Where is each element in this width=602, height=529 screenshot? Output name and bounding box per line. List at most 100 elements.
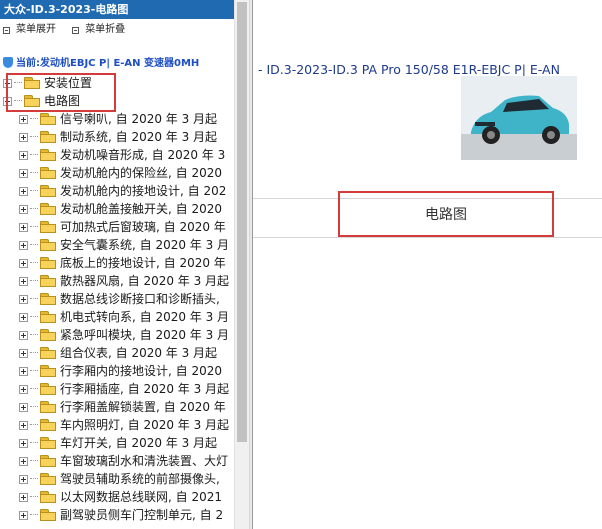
collapse-menu-button[interactable]: 菜单折叠 <box>72 21 125 39</box>
car-part-icon <box>3 57 13 68</box>
tree-item-5[interactable]: 发动机舱盖接触开关, 自 2020 <box>19 200 222 218</box>
expand-node-icon[interactable] <box>19 510 28 520</box>
folder-icon <box>40 437 56 449</box>
tree-item-label: 数据总线诊断接口和诊断插头, <box>60 292 220 306</box>
folder-icon <box>40 383 56 395</box>
tree-connector <box>30 388 38 390</box>
tree-item-17[interactable]: 车内照明灯, 自 2020 年 3 月起 <box>19 416 229 434</box>
expand-node-icon[interactable] <box>19 258 28 268</box>
tree-item-label: 车内照明灯, 自 2020 年 3 月起 <box>60 418 230 432</box>
tree-item-label: 机电式转向系, 自 2020 年 3 月 <box>60 310 230 324</box>
expand-node-icon[interactable] <box>19 312 28 322</box>
tree-connector <box>30 514 38 516</box>
tree-item-19[interactable]: 车窗玻璃刮水和清洗装置、大灯 <box>19 452 228 470</box>
tree-item-label: 可加热式后窗玻璃, 自 2020 年 <box>60 220 226 234</box>
expand-node-icon[interactable] <box>19 222 28 232</box>
expand-node-icon[interactable] <box>19 366 28 376</box>
tree-item-20[interactable]: 驾驶员辅助系统的前部摄像头, <box>19 470 220 488</box>
expand-node-icon[interactable] <box>19 276 28 286</box>
tree-connector <box>30 190 38 192</box>
tree-item-4[interactable]: 发动机舱内的接地设计, 自 202 <box>19 182 226 200</box>
tree-connector <box>30 280 38 282</box>
circuit-diagram-link[interactable]: 电路图 <box>338 191 554 237</box>
expand-node-icon[interactable] <box>19 168 28 178</box>
expand-node-icon[interactable] <box>19 132 28 142</box>
expand-node-icon[interactable] <box>19 114 28 124</box>
folder-icon <box>40 401 56 413</box>
tree-item-label: 驾驶员辅助系统的前部摄像头, <box>60 472 220 486</box>
folder-icon <box>40 239 56 251</box>
expand-node-icon[interactable] <box>19 204 28 214</box>
tree-item-14[interactable]: 行李厢内的接地设计, 自 2020 <box>19 362 222 380</box>
vehicle-image <box>461 76 577 160</box>
expand-icon <box>3 26 10 34</box>
tree-item-10[interactable]: 数据总线诊断接口和诊断插头, <box>19 290 220 308</box>
tree-item-18[interactable]: 车灯开关, 自 2020 年 3 月起 <box>19 434 217 452</box>
expand-node-icon[interactable] <box>19 348 28 358</box>
tree-item-21[interactable]: 以太网数据总线联网, 自 2021 <box>19 488 222 506</box>
content-pane: - ID.3-2023-ID.3 PA Pro 150/58 E1R-EBJC … <box>253 0 602 529</box>
expand-node-icon[interactable] <box>19 186 28 196</box>
expand-node-icon[interactable] <box>19 420 28 430</box>
tree-item-0[interactable]: 信号喇叭, 自 2020 年 3 月起 <box>19 110 217 128</box>
tree-scrollbar[interactable] <box>234 0 250 529</box>
tree-connector <box>30 226 38 228</box>
tree-item-9[interactable]: 散热器风扇, 自 2020 年 3 月起 <box>19 272 229 290</box>
expand-node-icon[interactable] <box>19 384 28 394</box>
folder-icon <box>40 419 56 431</box>
tree-item-label: 发动机噪音形成, 自 2020 年 3 <box>60 148 226 162</box>
folder-icon <box>40 275 56 287</box>
expand-menu-button[interactable]: 菜单展开 <box>3 21 56 39</box>
expand-node-icon[interactable] <box>19 150 28 160</box>
tree-connector <box>30 262 38 264</box>
tree-item-label: 信号喇叭, 自 2020 年 3 月起 <box>60 112 218 126</box>
tree-item-label: 以太网数据总线联网, 自 2021 <box>60 490 222 504</box>
expand-node-icon[interactable] <box>19 330 28 340</box>
tree-item-13[interactable]: 组合仪表, 自 2020 年 3 月起 <box>19 344 217 362</box>
tree-item-6[interactable]: 可加热式后窗玻璃, 自 2020 年 <box>19 218 226 236</box>
expand-node-icon[interactable] <box>19 240 28 250</box>
tree-connector <box>30 298 38 300</box>
tree-item-label: 底板上的接地设计, 自 2020 年 <box>60 256 226 270</box>
tree-connector <box>30 154 38 156</box>
expand-node-icon[interactable] <box>19 474 28 484</box>
tree-item-16[interactable]: 行李厢盖解锁装置, 自 2020 年 <box>19 398 226 416</box>
tree-item-3[interactable]: 发动机舱内的保险丝, 自 2020 <box>19 164 222 182</box>
folder-icon <box>40 257 56 269</box>
tree-item-12[interactable]: 紧急呼叫模块, 自 2020 年 3 月 <box>19 326 229 344</box>
tree-item-15[interactable]: 行李厢插座, 自 2020 年 3 月起 <box>19 380 229 398</box>
expand-menu-label: 菜单展开 <box>16 24 56 35</box>
tree-item-11[interactable]: 机电式转向系, 自 2020 年 3 月 <box>19 308 229 326</box>
tree-connector <box>30 370 38 372</box>
tree-item-7[interactable]: 安全气囊系统, 自 2020 年 3 月 <box>19 236 229 254</box>
tree-item-label: 制动系统, 自 2020 年 3 月起 <box>60 130 218 144</box>
folder-icon <box>40 329 56 341</box>
tree-connector <box>30 172 38 174</box>
tree-item-8[interactable]: 底板上的接地设计, 自 2020 年 <box>19 254 226 272</box>
folder-icon <box>40 185 56 197</box>
tree-item-label: 行李厢盖解锁装置, 自 2020 年 <box>60 400 226 414</box>
tree-connector <box>30 244 38 246</box>
current-path: 当前:发动机EBJC P| E-AN 变速器0MH <box>3 56 199 72</box>
tree-item-22[interactable]: 副驾驶员侧车门控制单元, 自 2 <box>19 506 223 524</box>
tree-item-1[interactable]: 制动系统, 自 2020 年 3 月起 <box>19 128 217 146</box>
tree-item-label: 紧急呼叫模块, 自 2020 年 3 月 <box>60 328 230 342</box>
tree-connector <box>30 424 38 426</box>
scrollbar-thumb[interactable] <box>237 2 247 442</box>
folder-icon <box>40 311 56 323</box>
expand-node-icon[interactable] <box>19 438 28 448</box>
expand-node-icon[interactable] <box>19 492 28 502</box>
expand-node-icon[interactable] <box>19 402 28 412</box>
expand-node-icon[interactable] <box>19 294 28 304</box>
tree-panel: 大众-ID.3-2023-电路图 菜单展开 菜单折叠 当前:发动机EBJC P|… <box>0 0 234 529</box>
collapse-icon <box>72 26 80 34</box>
folder-icon <box>40 203 56 215</box>
folder-icon <box>40 347 56 359</box>
folder-icon <box>40 221 56 233</box>
tree-item-2[interactable]: 发动机噪音形成, 自 2020 年 3 <box>19 146 225 164</box>
tree-connector <box>30 136 38 138</box>
current-path-text: 当前:发动机EBJC P| E-AN 变速器0MH <box>16 58 200 69</box>
folder-icon <box>40 455 56 467</box>
folder-icon <box>40 473 56 485</box>
expand-node-icon[interactable] <box>19 456 28 466</box>
